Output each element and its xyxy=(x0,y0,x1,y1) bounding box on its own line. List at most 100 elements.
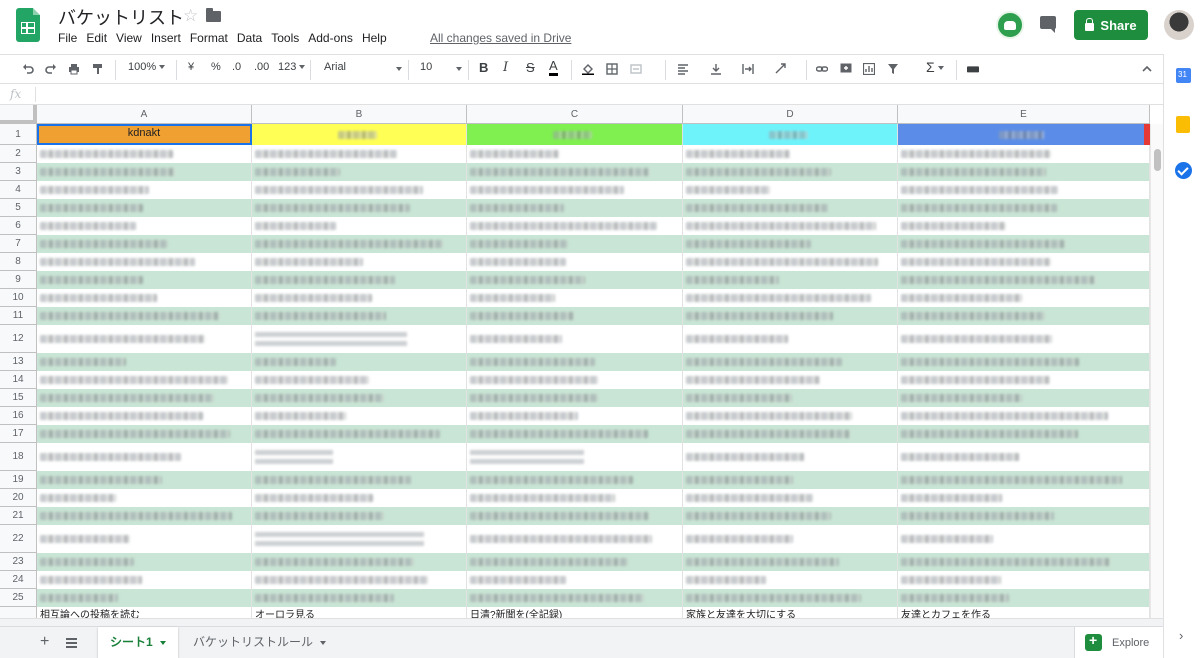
select-all-corner[interactable] xyxy=(0,105,37,124)
data-cell[interactable] xyxy=(252,525,467,553)
tasks-icon[interactable] xyxy=(1175,162,1192,179)
column-header-b[interactable]: B xyxy=(252,105,467,124)
formula-input[interactable] xyxy=(44,87,1144,102)
data-cell[interactable] xyxy=(467,425,683,443)
header-cell[interactable] xyxy=(252,124,467,145)
data-cell[interactable] xyxy=(37,253,252,271)
row-number[interactable]: 25 xyxy=(0,589,37,607)
data-cell[interactable] xyxy=(37,589,252,607)
row-number[interactable]: 14 xyxy=(0,371,37,389)
data-cell[interactable] xyxy=(252,199,467,217)
redo-icon[interactable] xyxy=(45,63,57,75)
data-cell[interactable] xyxy=(467,507,683,525)
zoom-select[interactable]: 100% xyxy=(128,61,166,73)
data-cell[interactable] xyxy=(467,525,683,553)
data-cell[interactable] xyxy=(898,235,1150,253)
data-cell[interactable] xyxy=(467,589,683,607)
data-cell[interactable] xyxy=(898,553,1150,571)
all-sheets-icon[interactable] xyxy=(66,638,77,648)
data-cell[interactable] xyxy=(467,489,683,507)
menu-addons[interactable]: Add-ons xyxy=(308,31,353,45)
data-cell[interactable]: 家族と友達を大切にする xyxy=(683,607,898,618)
data-cell[interactable] xyxy=(683,253,898,271)
currency-format-button[interactable]: ¥ xyxy=(188,61,194,73)
row-number[interactable]: 13 xyxy=(0,353,37,371)
increase-decimal-button[interactable]: .00 xyxy=(254,61,269,73)
insert-link-icon[interactable] xyxy=(816,63,828,75)
decrease-decimal-button[interactable]: .0 xyxy=(232,61,241,73)
data-cell[interactable] xyxy=(683,271,898,289)
data-cell[interactable] xyxy=(252,163,467,181)
fill-color-icon[interactable] xyxy=(582,63,594,75)
data-cell[interactable] xyxy=(898,145,1150,163)
insert-comment-icon[interactable] xyxy=(840,63,852,75)
data-cell[interactable] xyxy=(37,289,252,307)
data-cell[interactable] xyxy=(252,289,467,307)
row-number[interactable]: 18 xyxy=(0,443,37,471)
data-cell[interactable] xyxy=(252,307,467,325)
filter-icon[interactable] xyxy=(887,63,899,75)
row-number[interactable]: 9 xyxy=(0,271,37,289)
data-cell[interactable] xyxy=(898,199,1150,217)
menu-tools[interactable]: Tools xyxy=(271,31,299,45)
data-cell[interactable] xyxy=(898,253,1150,271)
share-button[interactable]: Share xyxy=(1074,10,1148,40)
data-cell[interactable] xyxy=(37,389,252,407)
functions-button[interactable]: Σ xyxy=(926,59,944,75)
data-cell[interactable] xyxy=(467,325,683,353)
data-cell[interactable] xyxy=(683,389,898,407)
row-number[interactable]: 10 xyxy=(0,289,37,307)
data-cell[interactable] xyxy=(683,589,898,607)
data-cell[interactable] xyxy=(683,443,898,471)
evernote-icon[interactable] xyxy=(996,11,1024,39)
data-cell[interactable] xyxy=(252,371,467,389)
header-cell[interactable] xyxy=(683,124,898,145)
row-number[interactable]: 17 xyxy=(0,425,37,443)
data-cell[interactable] xyxy=(467,289,683,307)
data-cell[interactable]: 友達とカフェを作る xyxy=(898,607,1150,618)
data-cell[interactable] xyxy=(37,181,252,199)
merge-cells-icon[interactable] xyxy=(630,63,642,75)
scrollbar-thumb[interactable] xyxy=(1154,149,1161,171)
menu-help[interactable]: Help xyxy=(362,31,387,45)
header-cell[interactable]: kdnakt xyxy=(37,124,252,145)
menu-format[interactable]: Format xyxy=(190,31,228,45)
save-status-link[interactable]: All changes saved in Drive xyxy=(430,31,571,45)
avatar[interactable] xyxy=(1164,10,1194,40)
star-icon[interactable]: ☆ xyxy=(183,6,198,26)
data-cell[interactable]: 日清?新聞を(全記録) xyxy=(467,607,683,618)
data-cell[interactable] xyxy=(898,325,1150,353)
data-cell[interactable] xyxy=(898,371,1150,389)
vertical-scrollbar[interactable] xyxy=(1150,124,1163,618)
data-cell[interactable] xyxy=(37,199,252,217)
data-cell[interactable] xyxy=(37,553,252,571)
data-cell[interactable] xyxy=(37,325,252,353)
data-cell[interactable] xyxy=(252,443,467,471)
data-cell[interactable]: オーロラ見る xyxy=(252,607,467,618)
row-number[interactable]: 22 xyxy=(0,525,37,553)
row-number[interactable]: 11 xyxy=(0,307,37,325)
data-cell[interactable] xyxy=(898,407,1150,425)
row-number[interactable]: 7 xyxy=(0,235,37,253)
font-size-select[interactable]: 10 xyxy=(420,61,462,73)
data-cell[interactable] xyxy=(252,571,467,589)
data-cell[interactable] xyxy=(252,489,467,507)
expand-side-panel-icon[interactable]: › xyxy=(1179,628,1183,643)
text-color-button[interactable]: A xyxy=(549,59,558,76)
menu-edit[interactable]: Edit xyxy=(86,31,107,45)
data-cell[interactable] xyxy=(683,325,898,353)
data-cell[interactable] xyxy=(37,145,252,163)
data-cell[interactable] xyxy=(898,425,1150,443)
column-header-c[interactable]: C xyxy=(467,105,683,124)
data-cell[interactable] xyxy=(683,525,898,553)
data-cell[interactable] xyxy=(37,489,252,507)
menu-file[interactable]: File xyxy=(58,31,77,45)
data-cell[interactable] xyxy=(37,425,252,443)
data-cell[interactable] xyxy=(683,407,898,425)
data-cell[interactable] xyxy=(683,181,898,199)
data-cell[interactable] xyxy=(467,217,683,235)
data-cell[interactable] xyxy=(898,181,1150,199)
row-number[interactable]: 20 xyxy=(0,489,37,507)
row-number[interactable]: 8 xyxy=(0,253,37,271)
data-cell[interactable] xyxy=(898,507,1150,525)
